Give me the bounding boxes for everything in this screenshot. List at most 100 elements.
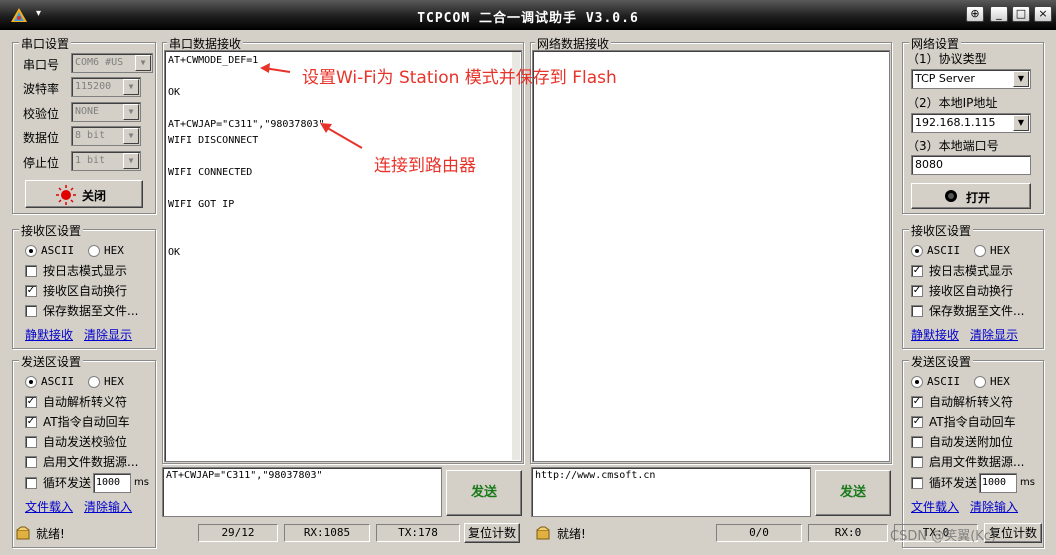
maximize-button[interactable]: □	[1012, 6, 1030, 22]
silent-receive-link[interactable]: 静默接收	[25, 326, 73, 343]
ip-select[interactable]: 192.168.1.115 ▼	[911, 113, 1031, 133]
close-button[interactable]: ×	[1034, 6, 1052, 22]
file-source-checkbox[interactable]: 启用文件数据源...	[25, 453, 138, 471]
record-icon	[945, 190, 957, 202]
close-label: 关闭	[82, 189, 107, 203]
group-legend: 发送区设置	[19, 353, 84, 370]
check-icon: ✓	[911, 396, 923, 408]
net-auto-wrap-checkbox[interactable]: ✓ 接收区自动换行	[911, 282, 1013, 300]
receive-ascii-radio[interactable]: ASCII	[25, 242, 74, 260]
net-receive-hex-radio[interactable]: HEX	[974, 242, 1010, 260]
ip-label: （2）本地IP地址	[907, 96, 998, 110]
net-clear-display-link[interactable]: 清除显示	[970, 326, 1018, 343]
save-to-file-checkbox[interactable]: 保存数据至文件...	[25, 302, 138, 320]
left-tx-count: TX:178	[376, 524, 460, 542]
net-log-mode-checkbox[interactable]: ✓ 按日志模式显示	[911, 262, 1013, 280]
check-icon: ✓	[911, 416, 923, 428]
radio-label: HEX	[104, 244, 124, 257]
checkbox-label: 自动解析转义符	[929, 395, 1014, 409]
net-save-to-file-checkbox[interactable]: 保存数据至文件...	[911, 302, 1024, 320]
protocol-label: （1）协议类型	[907, 52, 987, 66]
checkbox-label: 循环发送	[929, 476, 978, 490]
stopbits-label: 停止位	[23, 156, 60, 170]
chevron-down-icon: ▼	[1013, 115, 1029, 131]
load-file-link[interactable]: 文件载入	[25, 498, 73, 515]
serial-settings-group: 串口设置 串口号 COM6 #US ▼ 波特率 115200 ▼ 校验位 NON…	[12, 35, 156, 214]
radio-label: HEX	[104, 375, 124, 388]
port-select[interactable]: COM6 #US ▼	[71, 53, 153, 73]
serial-close-button[interactable]: 关闭	[25, 180, 143, 208]
left-reset-count-button[interactable]: 复位计数	[464, 523, 520, 543]
pin-button[interactable]: ⊕	[966, 6, 984, 22]
databits-select[interactable]: 8 bit ▼	[71, 126, 141, 146]
checkbox-box	[911, 305, 923, 317]
send-hex-radio[interactable]: HEX	[88, 373, 124, 391]
network-send-button[interactable]: 发送	[815, 470, 891, 516]
parity-select[interactable]: NONE ▼	[71, 102, 141, 122]
net-clear-input-link[interactable]: 清除输入	[970, 498, 1018, 515]
checkbox-label: 按日志模式显示	[43, 264, 128, 278]
auto-escape-checkbox[interactable]: ✓ 自动解析转义符	[25, 393, 127, 411]
net-loop-interval-input[interactable]: 1000	[979, 473, 1017, 493]
net-at-cr-checkbox[interactable]: ✓ AT指令自动回车	[911, 413, 1016, 431]
loop-interval-input[interactable]: 1000	[93, 473, 131, 493]
network-settings-group: 网络设置 （1）协议类型 TCP Server ▼ （2）本地IP地址 192.…	[902, 35, 1044, 214]
checkbox-label: 循环发送	[43, 476, 92, 490]
right-rx-count: RX:0	[808, 524, 888, 542]
auto-wrap-checkbox[interactable]: ✓ 接收区自动换行	[25, 282, 127, 300]
chevron-down-icon: ▼	[123, 104, 139, 120]
port-input[interactable]: 8080	[911, 155, 1031, 175]
minimize-button[interactable]: _	[990, 6, 1008, 22]
check-icon: ✓	[25, 416, 37, 428]
left-rx-count: RX:1085	[284, 524, 370, 542]
network-receive-textarea[interactable]	[532, 50, 890, 462]
right-counter: 0/0	[716, 524, 802, 542]
network-open-button[interactable]: 打开	[911, 183, 1031, 209]
serial-send-button[interactable]: 发送	[446, 470, 522, 516]
chevron-down-icon: ▼	[1013, 71, 1029, 87]
port-label: 串口号	[23, 58, 60, 72]
protocol-select[interactable]: TCP Server ▼	[911, 69, 1031, 89]
net-loop-unit: ms	[1020, 477, 1035, 488]
annotation-connect-router: 连接到路由器	[374, 156, 476, 176]
net-send-ascii-radio[interactable]: ASCII	[911, 373, 960, 391]
checkbox-label: 启用文件数据源...	[43, 455, 139, 469]
record-icon	[56, 185, 76, 205]
net-silent-receive-link[interactable]: 静默接收	[911, 326, 959, 343]
send-ascii-radio[interactable]: ASCII	[25, 373, 74, 391]
checkbox-label: 保存数据至文件...	[43, 304, 139, 318]
radio-dot-icon	[974, 376, 986, 388]
check-icon: ✓	[25, 396, 37, 408]
log-line: WIFI GOT IP	[168, 199, 235, 210]
serial-send-input[interactable]: AT+CWJAP="C311","98037803"	[162, 467, 442, 517]
group-legend: 接收区设置	[909, 222, 974, 239]
net-loop-send-checkbox[interactable]: 循环发送	[911, 474, 977, 492]
radio-dot-icon	[911, 245, 923, 257]
baud-value: 115200	[75, 81, 112, 92]
stopbits-select[interactable]: 1 bit ▼	[71, 151, 141, 171]
checkbox-box	[911, 477, 923, 489]
log-mode-checkbox[interactable]: 按日志模式显示	[25, 262, 127, 280]
net-load-file-link[interactable]: 文件载入	[911, 498, 959, 515]
at-cr-checkbox[interactable]: ✓ AT指令自动回车	[25, 413, 130, 431]
ready-icon	[16, 526, 30, 540]
title-bar: ▾ TCPCOM 二合一调试助手 V3.0.6 ⊕ _ □ ×	[0, 0, 1056, 30]
net-send-hex-radio[interactable]: HEX	[974, 373, 1010, 391]
receive-hex-radio[interactable]: HEX	[88, 242, 124, 260]
net-receive-ascii-radio[interactable]: ASCII	[911, 242, 960, 260]
net-auto-escape-checkbox[interactable]: ✓ 自动解析转义符	[911, 393, 1013, 411]
clear-display-link[interactable]: 清除显示	[84, 326, 132, 343]
network-send-input[interactable]: http://www.cmsoft.cn	[531, 467, 811, 517]
vertical-scrollbar[interactable]	[512, 52, 520, 460]
net-auto-append-checkbox[interactable]: 自动发送附加位	[911, 433, 1013, 451]
auto-checksum-checkbox[interactable]: 自动发送校验位	[25, 433, 127, 451]
checkbox-label: 自动发送附加位	[929, 435, 1014, 449]
net-file-source-checkbox[interactable]: 启用文件数据源...	[911, 453, 1024, 471]
clear-input-link[interactable]: 清除输入	[84, 498, 132, 515]
checkbox-box	[911, 456, 923, 468]
csdn-watermark: CSDN @笑翼(Kc)	[890, 529, 997, 544]
baud-select[interactable]: 115200 ▼	[71, 77, 141, 97]
log-line: OK	[168, 247, 181, 258]
loop-send-checkbox[interactable]: 循环发送	[25, 474, 91, 492]
